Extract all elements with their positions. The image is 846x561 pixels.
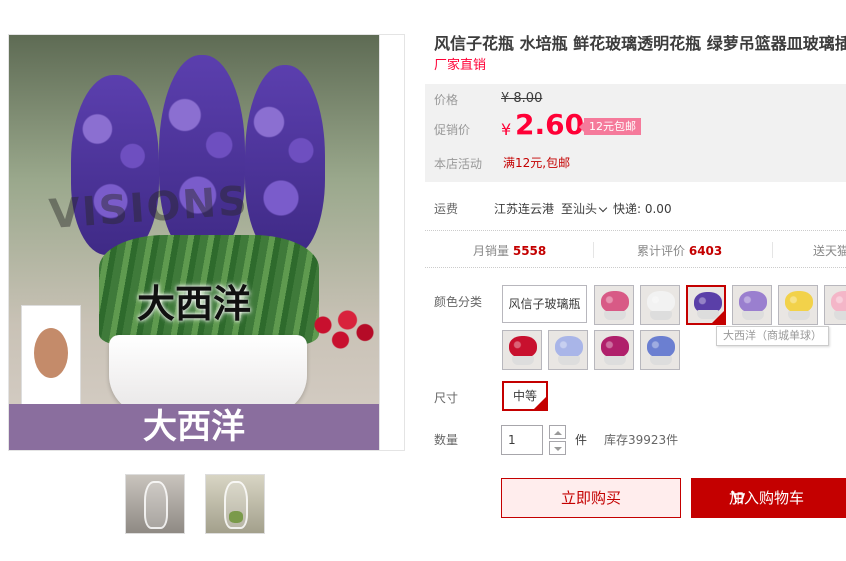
pot-thumbnail: [604, 311, 626, 320]
quantity-decrease-button[interactable]: [549, 441, 566, 455]
image-banner: 大西洋: [9, 404, 379, 450]
vase-icon: [224, 481, 248, 529]
review-count[interactable]: 累计评价 6403: [637, 242, 722, 259]
main-product-image[interactable]: VISIONS 大西洋 大西洋: [8, 34, 380, 451]
promo-price-label: 促销价: [434, 123, 471, 137]
image-caption: 大西洋: [136, 282, 251, 326]
shipping-label: 运费: [434, 202, 459, 216]
size-label: 尺寸: [434, 391, 459, 405]
pot-thumbnail: [512, 356, 534, 365]
color-swatch[interactable]: [640, 285, 680, 325]
color-swatch[interactable]: [640, 330, 680, 370]
product-title: 风信子花瓶 水培瓶 鲜花玻璃透明花瓶 绿萝吊篮器皿玻璃插: [434, 34, 846, 53]
color-swatch[interactable]: [502, 330, 542, 370]
quantity-increase-button[interactable]: [549, 425, 566, 439]
review-count-label: 累计评价: [637, 244, 686, 258]
flower-thumbnail: [601, 336, 629, 358]
chevron-down-icon: [598, 203, 608, 213]
store-activity-value: 满12元,包邮: [503, 156, 571, 170]
flower-thumbnail: [647, 291, 675, 313]
quantity-label: 数量: [434, 433, 459, 447]
pot-thumbnail: [558, 356, 580, 365]
flower-thumbnail: [739, 291, 767, 313]
color-swatch[interactable]: [594, 330, 634, 370]
pot-thumbnail: [742, 311, 764, 320]
flower-thumbnail: [831, 291, 846, 313]
promo-price: 2.60: [515, 108, 585, 141]
shipping-fee: 快递: 0.00: [613, 202, 672, 216]
stock-count: 库存39923件: [604, 433, 679, 447]
product-page: VISIONS 大西洋 大西洋 风信子花瓶 水培瓶 鲜花玻璃透明花瓶 绿萝吊篮器…: [0, 0, 846, 561]
pot-thumbnail: [604, 356, 626, 365]
original-price: ¥ 8.00: [501, 91, 543, 106]
shipping-destination-select[interactable]: 至汕头: [561, 200, 610, 217]
divider: [593, 242, 594, 258]
store-activity-label: 本店活动: [434, 157, 483, 171]
shipping-destination: 至汕头: [561, 202, 598, 216]
color-option-vase[interactable]: 风信子玻璃瓶: [502, 285, 587, 323]
free-shipping-tag: 12元包邮: [579, 118, 641, 135]
cart-icon: [731, 491, 745, 503]
thumbnail-vase-2[interactable]: [205, 474, 265, 534]
review-count-value: 6403: [688, 244, 723, 258]
product-subtitle: 厂家直销: [434, 58, 487, 73]
buy-now-button[interactable]: 立即购买: [501, 478, 681, 518]
pot-thumbnail: [834, 311, 846, 320]
size-option-medium[interactable]: 中等: [502, 381, 548, 411]
pot-thumbnail: [650, 311, 672, 320]
color-swatch[interactable]: [548, 330, 588, 370]
color-swatch[interactable]: [686, 285, 726, 325]
thumbnail-vase-1[interactable]: [125, 474, 185, 534]
monthly-sales-label: 月销量: [473, 244, 510, 258]
vase-icon: [144, 481, 168, 529]
monthly-sales: 月销量 5558: [473, 242, 546, 259]
flower-thumbnail: [509, 336, 537, 358]
main-image-frame: [380, 34, 405, 451]
color-swatch[interactable]: [594, 285, 634, 325]
color-swatch[interactable]: [732, 285, 772, 325]
color-label: 颜色分类: [434, 295, 483, 309]
sales-stats-bar: 月销量 5558 累计评价 6403 送天猫: [425, 230, 846, 268]
pot-thumbnail: [650, 356, 672, 365]
quantity-input[interactable]: [501, 425, 543, 455]
divider: [772, 242, 773, 258]
monthly-sales-value: 5558: [512, 244, 547, 258]
pot-thumbnail: [697, 310, 719, 319]
shipping-origin: 江苏连云港: [494, 202, 555, 216]
pot-thumbnail: [788, 311, 810, 320]
hyacinth-flower: [245, 65, 325, 255]
flower-pot: [109, 335, 307, 415]
flower-thumbnail: [555, 336, 583, 358]
currency-symbol: ¥: [501, 120, 512, 139]
tmall-points: 送天猫: [813, 244, 846, 258]
flower-thumbnail: [785, 291, 813, 313]
flower-thumbnail: [647, 336, 675, 358]
original-price-label: 价格: [434, 93, 459, 107]
color-swatch[interactable]: [824, 285, 846, 325]
quantity-unit: 件: [575, 433, 588, 447]
flower-thumbnail: [601, 291, 629, 313]
color-swatch[interactable]: [778, 285, 818, 325]
add-to-cart-button[interactable]: 加入购物车: [691, 478, 846, 518]
option-tooltip: 大西洋（商城单球）: [716, 326, 829, 346]
